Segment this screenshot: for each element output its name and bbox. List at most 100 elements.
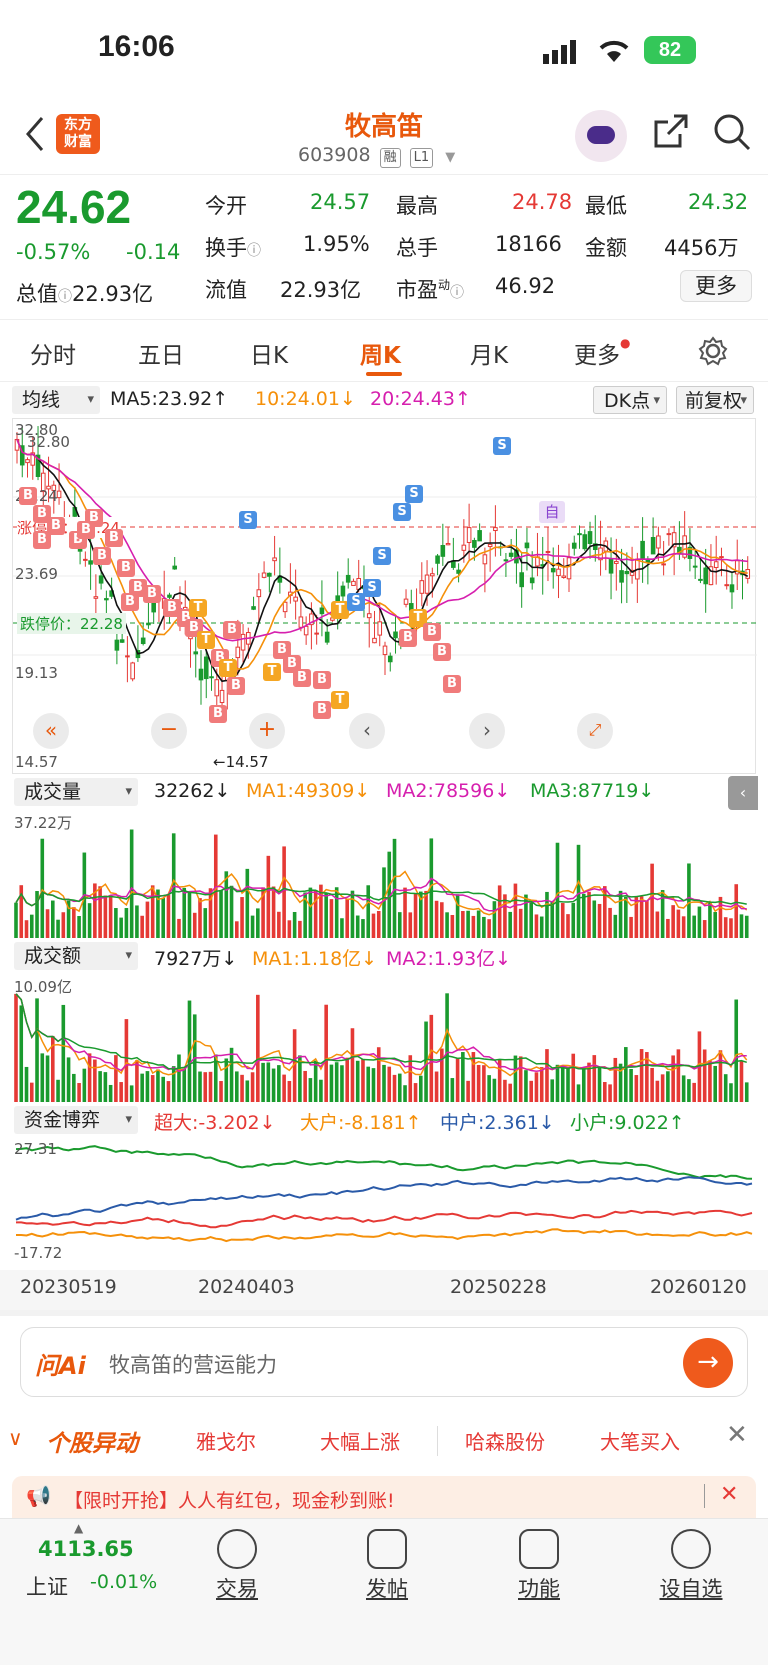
stock-code-row[interactable]: 603908 融 L1 ▼ (298, 144, 455, 168)
bar (545, 891, 549, 938)
bar (240, 1074, 244, 1102)
info-icon[interactable]: ⓘ (450, 285, 464, 301)
capital-flow-line (15, 1145, 753, 1180)
bar (35, 998, 39, 1102)
bar (555, 1064, 560, 1102)
volume-label: 总手 (396, 236, 438, 260)
bar (366, 885, 371, 938)
bar (145, 1071, 150, 1102)
bar (345, 1057, 349, 1102)
info-icon[interactable]: ⓘ (58, 289, 72, 305)
capital-dropdown[interactable]: 资金博弈 (14, 1106, 138, 1134)
kline-chart[interactable]: 32.80 32.80 28.24 23.69 19.13 14.57 涨停价：… (12, 418, 757, 774)
bar (324, 892, 328, 938)
bar (219, 1081, 223, 1102)
bar (24, 1066, 29, 1102)
volume-dropdown[interactable]: 成交量 (14, 778, 138, 806)
bar (613, 1057, 618, 1102)
tab-five-day[interactable]: 五日 (138, 336, 184, 370)
bar (45, 909, 50, 938)
ask-ai-bar[interactable]: 问Ai 牧高笛的营运能力 → (20, 1327, 748, 1397)
tab-weekly-k[interactable]: 周K (360, 336, 401, 370)
bar (324, 1004, 328, 1102)
bar (518, 908, 523, 938)
tab-daily-k[interactable]: 日K (250, 336, 288, 370)
bar (282, 846, 286, 938)
nav-add-watchlist[interactable]: 设自选 (646, 1529, 736, 1603)
scroll-right-icon[interactable]: › (469, 713, 505, 749)
assistant-avatar-icon[interactable] (575, 110, 627, 162)
bar (566, 1067, 570, 1102)
search-icon[interactable] (712, 112, 752, 152)
bar (571, 1053, 576, 1102)
index-name[interactable]: 上证 (26, 1571, 68, 1601)
amount-ymax: 10.09亿 (14, 978, 72, 996)
nav-post[interactable]: 发帖 (342, 1529, 432, 1603)
bar (40, 838, 45, 938)
y-axis-4: 19.13 (15, 664, 58, 682)
fullscreen-icon[interactable]: ⤢ (577, 713, 613, 749)
bar (539, 916, 544, 938)
candle-body (519, 572, 524, 588)
settings-gear-icon[interactable] (698, 336, 728, 366)
candle-body (461, 544, 467, 551)
more-button[interactable]: 更多 (680, 270, 752, 302)
amount-header: 成交额 7927万↓ MA1:1.18亿↓ MA2:1.93亿↓ (0, 940, 768, 974)
bar (392, 1074, 397, 1102)
zoom-in-icon[interactable]: + (249, 713, 285, 749)
high-value: 24.78 (512, 190, 573, 214)
bar (702, 1049, 707, 1102)
bar (240, 897, 244, 938)
bar (266, 1062, 271, 1102)
bar (271, 886, 276, 938)
bar (219, 890, 223, 938)
alert-stock[interactable]: 哈森股份 (465, 1426, 545, 1455)
bar (72, 907, 76, 938)
candle-body (566, 557, 572, 580)
amount-dropdown[interactable]: 成交额 (14, 942, 138, 970)
ask-ai-submit-arrow-icon[interactable]: → (683, 1338, 733, 1388)
candle-body (503, 559, 509, 562)
nav-trade[interactable]: 交易 (192, 1529, 282, 1603)
bar (466, 1080, 470, 1102)
grid-icon (519, 1529, 559, 1569)
ask-ai-input[interactable]: 牧高笛的营运能力 (109, 1349, 277, 1379)
bar (624, 896, 628, 938)
level-tag: L1 (409, 148, 434, 168)
bar (198, 1071, 202, 1102)
bar (140, 915, 144, 938)
close-icon[interactable]: ✕ (720, 1482, 738, 1507)
bar (182, 887, 187, 938)
nav-functions[interactable]: 功能 (494, 1529, 584, 1603)
tab-intraday[interactable]: 分时 (30, 336, 76, 370)
scroll-left-icon[interactable]: ‹ (349, 713, 385, 749)
bar (403, 1085, 407, 1102)
bar (687, 1079, 691, 1102)
bar (739, 1060, 744, 1102)
close-icon[interactable]: ✕ (726, 1420, 748, 1450)
bar (292, 911, 297, 938)
amount-svg (14, 993, 749, 1102)
dk-point-dropdown[interactable]: DK点 (593, 386, 667, 415)
alert-stock[interactable]: 雅戈尔 (196, 1426, 256, 1455)
chevron-down-icon[interactable]: ∨ (8, 1426, 23, 1450)
collapse-panel-icon[interactable]: ‹ (728, 776, 758, 810)
indicator-dropdown[interactable]: 均线 (12, 386, 100, 414)
candle-body (713, 561, 719, 568)
zoom-out-icon[interactable]: − (151, 713, 187, 749)
promo-banner[interactable]: 📢 【限时开抢】人人有红包，现金秒到账! ✕ (12, 1476, 756, 1518)
adjust-button[interactable]: 前复权 (676, 386, 754, 415)
info-icon[interactable]: ⓘ (247, 243, 261, 259)
volume-value: 32262↓ (154, 780, 231, 802)
scroll-left-fast-icon[interactable]: « (33, 713, 69, 749)
tab-monthly-k[interactable]: 月K (470, 336, 508, 370)
tab-more[interactable]: 更多● (574, 336, 630, 370)
index-value[interactable]: 4113.65 (38, 1537, 134, 1561)
alert-event[interactable]: 大幅上涨 (320, 1426, 400, 1455)
mktcap-label: 总值ⓘ22.93亿 (16, 282, 154, 306)
ma-toolbar: 均线 MA5:23.92↑ 10:24.01↓ 20:24.43↑ DK点 前复… (0, 384, 768, 418)
ma5-readout: MA5:23.92↑ (110, 388, 229, 410)
alert-event[interactable]: 大笔买入 (600, 1426, 680, 1455)
share-icon[interactable] (652, 112, 690, 150)
candle-body (324, 631, 330, 643)
